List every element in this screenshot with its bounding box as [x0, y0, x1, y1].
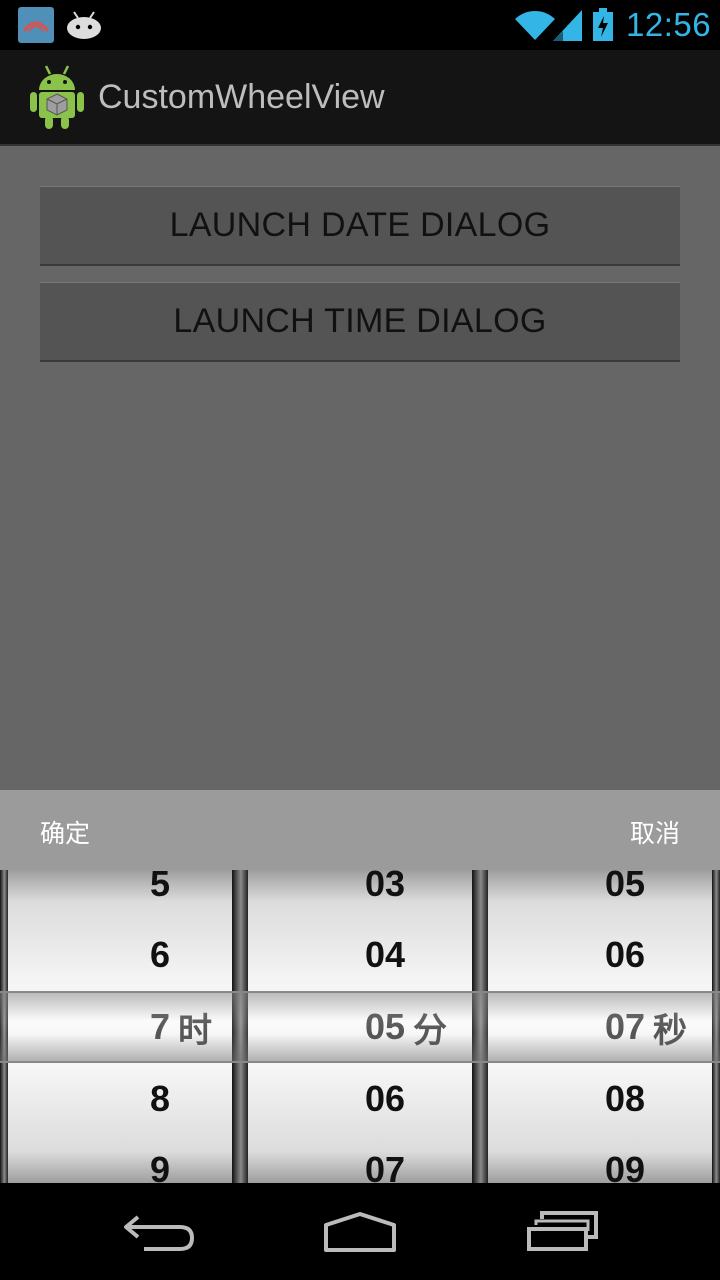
wheel-item[interactable]: 8 — [8, 1063, 232, 1135]
confirm-button[interactable]: 确定 — [40, 814, 90, 850]
wheel-item[interactable]: 05 — [488, 870, 712, 920]
action-bar: CustomWheelView — [0, 50, 720, 146]
minutes-wheel[interactable]: 03 04 05 分 06 07 — [248, 870, 472, 1183]
main-content: LAUNCH DATE DIALOG LAUNCH TIME DIALOG — [0, 146, 720, 790]
picker-toolbar: 确定 取消 — [0, 790, 720, 870]
home-icon[interactable] — [322, 1211, 398, 1257]
navigation-bar — [0, 1183, 720, 1280]
back-icon[interactable] — [122, 1211, 196, 1257]
wheel-divider — [472, 870, 488, 1183]
notification-app-icon — [18, 7, 54, 43]
wheel-item-selected[interactable]: 05 分 — [248, 991, 472, 1063]
wheel-item[interactable]: 06 — [248, 1063, 472, 1135]
hours-wheel[interactable]: 5 6 7时 8 9 — [8, 870, 232, 1183]
wheel-item[interactable]: 6 — [8, 919, 232, 991]
time-wheel-picker: 5 6 7时 8 9 03 04 05 分 06 07 05 06 07 秒 08 … — [0, 870, 720, 1183]
second-unit-label: 秒 — [653, 1010, 687, 1051]
seconds-wheel[interactable]: 05 06 07 秒 08 09 — [488, 870, 712, 1183]
cancel-button[interactable]: 取消 — [630, 814, 680, 850]
battery-charging-icon — [592, 8, 614, 46]
wheel-item[interactable]: 07 — [248, 1134, 472, 1183]
wheel-item[interactable]: 03 — [248, 870, 472, 920]
android-debug-icon — [66, 10, 102, 44]
recent-apps-icon[interactable] — [526, 1211, 600, 1257]
status-time: 12:56 — [626, 6, 712, 43]
app-title: CustomWheelView — [98, 78, 385, 116]
status-bar: 12:56 — [0, 0, 720, 50]
wheel-frame-right — [712, 870, 720, 1183]
wheel-item[interactable]: 06 — [488, 919, 712, 991]
wheel-item[interactable]: 04 — [248, 919, 472, 991]
wheel-frame-left — [0, 870, 8, 1183]
android-app-icon — [28, 64, 86, 134]
launch-time-dialog-button[interactable]: LAUNCH TIME DIALOG — [40, 282, 680, 362]
wheel-item-selected[interactable]: 07 秒 — [488, 991, 712, 1063]
signal-icon — [553, 10, 583, 46]
wheel-item[interactable]: 9 — [8, 1134, 232, 1183]
wheel-item[interactable]: 09 — [488, 1134, 712, 1183]
wheel-item[interactable]: 5 — [8, 870, 232, 920]
wifi-icon — [514, 9, 556, 45]
wheel-divider — [232, 870, 248, 1183]
hour-unit-label: 时 — [178, 1010, 212, 1051]
wheel-item[interactable]: 08 — [488, 1063, 712, 1135]
minute-unit-label: 分 — [413, 1010, 447, 1051]
wheel-item-selected[interactable]: 7时 — [8, 991, 232, 1063]
launch-date-dialog-button[interactable]: LAUNCH DATE DIALOG — [40, 186, 680, 266]
